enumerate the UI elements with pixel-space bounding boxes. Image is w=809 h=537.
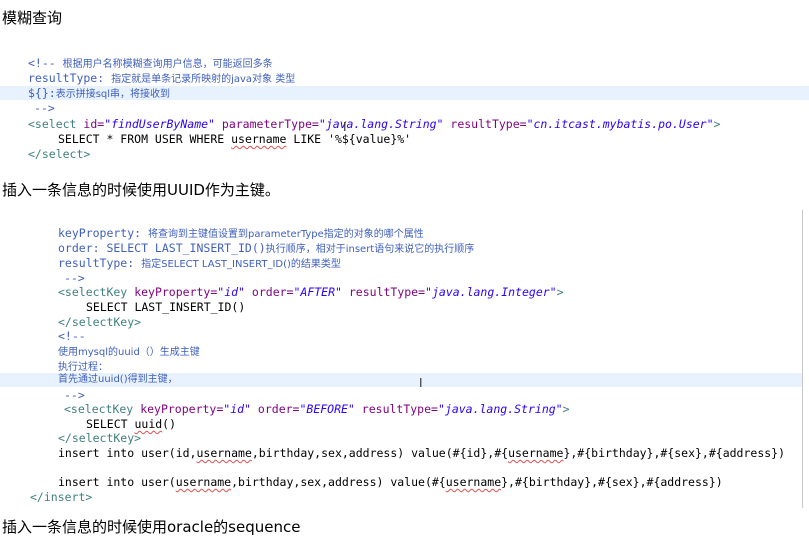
attr-parameter-type-value: "java.lang.String" [318, 117, 444, 131]
sql-text: ,birthday,sex,address) value(#{ [231, 475, 446, 489]
code-line: 使用mysql的uuid（）生成主键 [58, 344, 802, 358]
code-line: resultType: 指定SELECT LAST_INSERT_ID()的结果… [58, 256, 802, 270]
attr-order-value: "AFTER" [293, 285, 342, 299]
attr-id-value: "findUserByName" [104, 117, 215, 131]
sql-text: username [445, 475, 502, 489]
comment-label: keyProperty: [58, 226, 142, 240]
comment-open: <!-- [58, 329, 86, 343]
comment-text: 首先通过uuid()得到主键， [58, 374, 178, 385]
heading-uuid-insert: 插入一条信息的时候使用UUID作为主键。 [2, 181, 280, 199]
code-line: </selectKey> [58, 315, 802, 329]
sql-text: () [162, 417, 177, 431]
comment-close: --> [64, 388, 85, 402]
comment-text: 执行过程： [58, 362, 108, 373]
sql-text: insert into user( [58, 475, 176, 489]
attr-order: order= [251, 285, 294, 299]
code-line-highlighted: ${}:表示拼接sql串，将接收到 [0, 86, 809, 100]
tag-close: > [562, 402, 570, 416]
comment-open: <!-- [28, 56, 56, 70]
code-line: SELECT LAST_INSERT_ID() [86, 300, 802, 314]
code-line: --> [64, 271, 802, 285]
code-block-uuid-insert: keyProperty: 将查询到主键值设置到parameterType指定的对… [0, 210, 803, 508]
attr-result-type: resultType= [450, 117, 527, 131]
code-line: <select id="findUserByName" parameterTyp… [28, 117, 809, 131]
code-line-highlighted: 首先通过uuid()得到主键， [0, 373, 802, 387]
sql-text: username [231, 132, 287, 146]
tag-close: > [713, 117, 721, 131]
code-line: <!-- 根据用户名称模糊查询用户信息，可能返回多条 [28, 56, 809, 70]
code-line: --> [64, 388, 802, 402]
code-line: <!-- [58, 329, 802, 343]
code-line: 执行过程： [58, 359, 802, 373]
sql-text: username [196, 446, 252, 460]
comment-label: resultType: [28, 71, 105, 85]
code-line: </insert> [30, 490, 802, 504]
text-cursor-icon: I [419, 376, 423, 390]
comment-text: 表示拼接sql串，将接收到 [55, 89, 171, 100]
tag-selectkey-close: </selectKey> [58, 315, 142, 329]
attr-result-type-value: "java.lang.Integer" [425, 285, 557, 299]
comment-text: 将查询到主键值设置到parameterType指定的对象的哪个属性 [148, 229, 424, 240]
tag-selectkey-close: </selectKey> [58, 431, 142, 445]
code-line: SELECT * FROM USER WHERE username LIKE '… [58, 132, 809, 146]
sql-text: username [508, 446, 564, 460]
comment-close: --> [64, 271, 85, 285]
code-line: --> [34, 101, 809, 115]
attr-id: id= [83, 117, 105, 131]
attr-key-property-value: "id" [217, 285, 245, 299]
attr-parameter-type: parameterType= [221, 117, 319, 131]
tag-close: > [556, 285, 564, 299]
code-line: </selectKey> [58, 431, 802, 445]
tag-select-open: <select [28, 117, 77, 131]
code-line: <selectKey keyProperty="id" order="BEFOR… [64, 402, 802, 416]
tag-select-close: </select> [28, 147, 91, 161]
tag-selectkey-open: <selectKey [64, 402, 134, 416]
attr-key-property-value: "id" [223, 402, 251, 416]
sql-text: },#{birthday},#{sex},#{address}) [563, 446, 786, 460]
code-line: resultType: 指定就是单条记录所映射的java对象 类型 [28, 71, 809, 85]
sql-text: uuid [134, 417, 163, 431]
comment-label: ${}: [28, 86, 56, 100]
comment-text: 指定就是单条记录所映射的java对象 类型 [111, 74, 296, 85]
attr-result-type: resultType= [348, 285, 426, 299]
attr-key-property: keyProperty= [140, 402, 224, 416]
sql-text: SELECT [86, 417, 135, 431]
code-line: insert into user(username,birthday,sex,a… [58, 475, 802, 489]
comment-text: 根据用户名称模糊查询用户信息，可能返回多条 [62, 59, 273, 70]
text-cursor-icon: I [343, 120, 347, 134]
comment-text: 指定SELECT LAST_INSERT_ID()的结果类型 [141, 259, 341, 270]
heading-oracle-sequence: 插入一条信息的时候使用oracle的sequence [2, 518, 301, 536]
sql-text: ,birthday,sex,address) value(#{id},#{ [251, 446, 509, 460]
attr-order: order= [257, 402, 300, 416]
code-block-fuzzy-query: <!-- 根据用户名称模糊查询用户信息，可能返回多条 resultType: 指… [0, 56, 809, 164]
attr-result-type: resultType= [361, 402, 438, 416]
attr-order-value: "BEFORE" [299, 402, 355, 416]
attr-result-type-value: "cn.itcast.mybatis.po.User" [526, 117, 714, 131]
code-line: keyProperty: 将查询到主键值设置到parameterType指定的对… [58, 226, 802, 240]
comment-text: 使用mysql的uuid（）生成主键 [58, 347, 200, 358]
tag-selectkey-open: <selectKey [58, 285, 128, 299]
attr-result-type-value: "java.lang.String" [437, 402, 563, 416]
sql-text: insert into user(id, [58, 446, 197, 460]
sql-text: SELECT * FROM USER WHERE [58, 132, 232, 146]
heading-fuzzy-query: 模糊查询 [2, 9, 63, 27]
tag-insert-close: </insert> [30, 490, 93, 504]
sql-text: username [175, 475, 232, 489]
sql-text: LIKE '%${value}%' [286, 132, 412, 146]
comment-label: resultType: [58, 256, 135, 270]
code-line: insert into user(id,username,birthday,se… [58, 446, 802, 460]
code-line: </select> [28, 147, 809, 161]
comment-text: 执行顺序，相对于insert语句来说它的执行顺序 [265, 244, 475, 255]
sql-text: },#{birthday},#{sex},#{address}) [501, 475, 723, 489]
attr-key-property: keyProperty= [134, 285, 218, 299]
code-line: SELECT uuid() [86, 417, 802, 431]
comment-label: order: SELECT LAST_INSERT_ID() [58, 241, 266, 255]
comment-close: --> [34, 101, 55, 115]
code-line: <selectKey keyProperty="id" order="AFTER… [58, 285, 802, 299]
sql-text: SELECT LAST_INSERT_ID() [86, 300, 246, 314]
code-line: order: SELECT LAST_INSERT_ID()执行顺序，相对于in… [58, 241, 802, 255]
